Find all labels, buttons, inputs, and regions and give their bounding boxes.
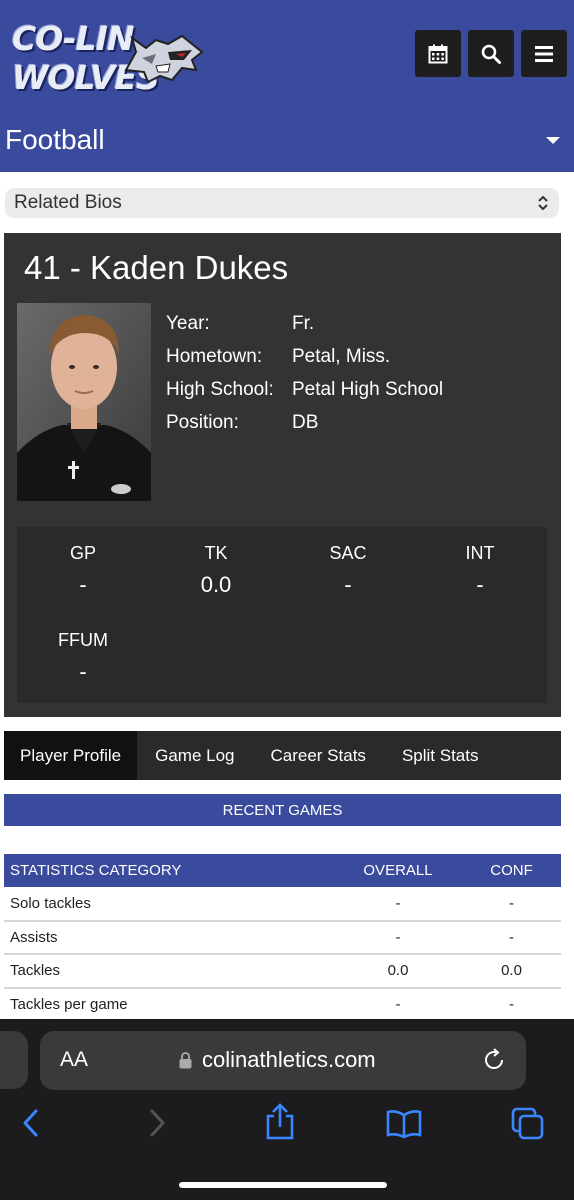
player-name: 41 - Kaden Dukes — [24, 249, 289, 286]
calendar-icon — [428, 44, 448, 63]
stat-tk: TK 0.0 — [200, 543, 232, 597]
stat-ffum: FFUM - — [58, 630, 108, 684]
chevron-down-icon[interactable] — [546, 137, 560, 144]
share-icon[interactable] — [264, 1103, 296, 1141]
previous-tab-preview[interactable] — [0, 1031, 28, 1089]
tabs-icon[interactable] — [511, 1107, 545, 1141]
column-header: OVERALL — [334, 854, 462, 887]
select-chevron-icon — [538, 195, 548, 211]
tab-player-profile[interactable]: Player Profile — [4, 731, 138, 780]
related-bios-select[interactable]: Related Bios — [5, 188, 559, 218]
table-row: Assists - - — [4, 920, 561, 955]
site-header: CO-LINWOLVES Football — [0, 0, 574, 172]
wolf-logo-icon — [124, 34, 204, 84]
lock-icon — [179, 1052, 192, 1069]
tab-game-log[interactable]: Game Log — [137, 731, 252, 780]
bookmarks-icon[interactable] — [386, 1109, 422, 1139]
stat-sac: SAC - — [329, 543, 367, 597]
player-photo — [17, 303, 151, 501]
column-header: CONF — [462, 854, 561, 887]
url-text[interactable]: colinathletics.com — [202, 1047, 376, 1073]
stats-summary: GP - TK 0.0 SAC - INT - FFUM - — [17, 527, 547, 703]
table-row: Tackles per game - - — [4, 987, 561, 1022]
browser-toolbar: AA colinathletics.com — [0, 1019, 574, 1200]
table-row: Solo tackles - - — [4, 887, 561, 922]
address-bar[interactable]: AA colinathletics.com — [40, 1031, 526, 1090]
search-icon — [481, 44, 501, 64]
player-card: 41 - Kaden Dukes Year: Fr. Hometown: Petal… — [4, 233, 561, 717]
related-bios-label: Related Bios — [14, 192, 122, 213]
info-row-year: Year: Fr. — [166, 312, 315, 334]
menu-icon — [535, 45, 553, 62]
tab-split-stats[interactable]: Split Stats — [384, 731, 497, 780]
info-row-high-school: High School: Petal High School — [166, 378, 444, 400]
menu-button[interactable] — [521, 30, 567, 77]
column-header: STATISTICS CATEGORY — [4, 854, 334, 887]
site-logo[interactable]: CO-LINWOLVES — [12, 19, 332, 97]
table-header-row: STATISTICS CATEGORY OVERALL CONF — [4, 854, 561, 887]
reload-icon[interactable] — [482, 1048, 506, 1072]
profile-tabs: Player Profile Game Log Career Stats Spl… — [4, 731, 561, 780]
search-button[interactable] — [468, 30, 514, 77]
logo-text-left: CO-LIN — [12, 19, 135, 58]
sport-title[interactable]: Football — [5, 124, 105, 156]
player-info: Year: Fr. Hometown: Petal, Miss. High Scho… — [166, 307, 443, 439]
stat-gp: GP - — [69, 543, 96, 597]
text-size-button[interactable]: AA — [60, 1048, 88, 1072]
stat-int: INT - — [465, 543, 495, 597]
home-indicator[interactable] — [179, 1182, 387, 1188]
statistics-table: STATISTICS CATEGORY OVERALL CONF Solo ta… — [4, 854, 561, 1022]
info-row-hometown: Hometown: Petal, Miss. — [166, 345, 391, 367]
back-icon[interactable] — [20, 1107, 42, 1139]
table-row: Tackles 0.0 0.0 — [4, 954, 561, 989]
calendar-button[interactable] — [415, 30, 461, 77]
forward-icon[interactable] — [146, 1107, 168, 1139]
tab-career-stats[interactable]: Career Stats — [253, 731, 384, 780]
info-row-position: Position: DB — [166, 411, 319, 433]
recent-games-button[interactable]: RECENT GAMES — [4, 794, 561, 826]
